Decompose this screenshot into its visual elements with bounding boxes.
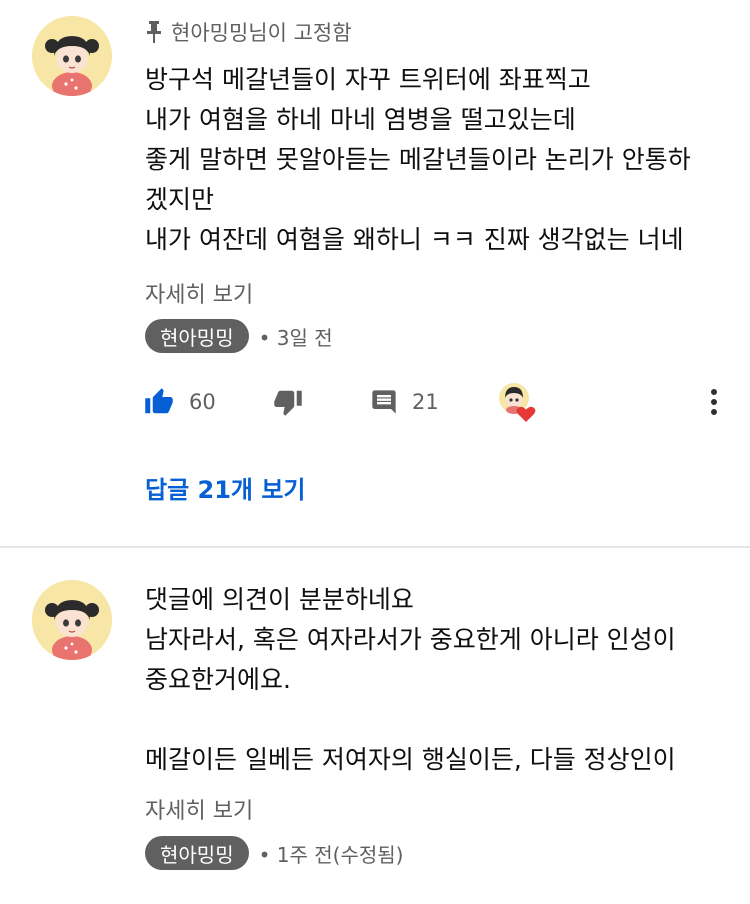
- creator-heart: [496, 380, 540, 424]
- more-vert-icon: [702, 387, 726, 417]
- avatar[interactable]: [32, 580, 112, 660]
- pinned-label: 현아밍밍님이 고정함: [145, 16, 352, 48]
- comment: 댓글에 의견이 분분하네요 남자라서, 혹은 여자라서가 중요한게 아니라 인성…: [0, 548, 750, 904]
- comment-line: 내가 여혐을 하네 마네 염병을 떨고있는데: [145, 105, 576, 134]
- author-chip[interactable]: 현아밍밍: [145, 836, 249, 870]
- comment-line: 겠지만: [145, 185, 215, 214]
- comment-meta: 현아밍밍 • 3일 전: [145, 318, 333, 354]
- comment-text: 방구석 메갈년들이 자꾸 트위터에 좌표찍고 내가 여혐을 하네 마네 염병을 …: [145, 60, 735, 260]
- comment-time: • 3일 전: [258, 325, 333, 350]
- comment-line: 좋게 말하면 못알아듣는 메갈년들이라 논리가 안통하: [145, 145, 691, 174]
- read-more-link[interactable]: 자세히 보기: [145, 277, 253, 309]
- like-button[interactable]: 60: [143, 380, 216, 424]
- comment-time: • 1주 전(수정됨): [258, 842, 404, 867]
- comment-line: 댓글에 의견이 분분하네요: [145, 585, 414, 614]
- thumbs-up-icon: [143, 387, 175, 417]
- comment-text: 댓글에 의견이 분분하네요 남자라서, 혹은 여자라서가 중요한게 아니라 인성…: [145, 580, 735, 780]
- comment-meta: 현아밍밍 • 1주 전(수정됨): [145, 835, 403, 871]
- thumbs-down-icon: [272, 387, 304, 417]
- comment-line: 내가 여잔데 여혐을 왜하니 ㅋㅋ 진짜 생각없는 너네: [145, 225, 684, 254]
- avatar-image: [32, 580, 112, 660]
- comment-line: 메갈이든 일베든 저여자의 행실이든, 다들 정상인이: [145, 745, 676, 774]
- avatar-image: [32, 16, 112, 96]
- comment-line: 남자라서, 혹은 여자라서가 중요한게 아니라 인성이: [145, 625, 676, 654]
- pinned-text: 현아밍밍님이 고정함: [171, 21, 352, 45]
- reply-count: 21: [412, 390, 439, 414]
- avatar[interactable]: [32, 16, 112, 96]
- comment-actions: 60 21: [0, 380, 750, 424]
- creator-heart-icon: [496, 380, 540, 424]
- comment-pinned: 현아밍밍님이 고정함 방구석 메갈년들이 자꾸 트위터에 좌표찍고 내가 여혐을…: [0, 0, 750, 546]
- reply-comment-icon: [370, 388, 398, 416]
- read-more-link[interactable]: 자세히 보기: [145, 793, 253, 825]
- like-count: 60: [189, 390, 216, 414]
- reply-button[interactable]: 21: [370, 380, 439, 424]
- author-chip[interactable]: 현아밍밍: [145, 319, 249, 353]
- pin-icon: [145, 20, 163, 44]
- dislike-button[interactable]: [272, 380, 304, 424]
- view-replies-link[interactable]: 답글 21개 보기: [145, 470, 306, 505]
- more-options-button[interactable]: [702, 380, 726, 424]
- comment-line: 방구석 메갈년들이 자꾸 트위터에 좌표찍고: [145, 65, 591, 94]
- comment-line: 중요한거에요.: [145, 665, 291, 694]
